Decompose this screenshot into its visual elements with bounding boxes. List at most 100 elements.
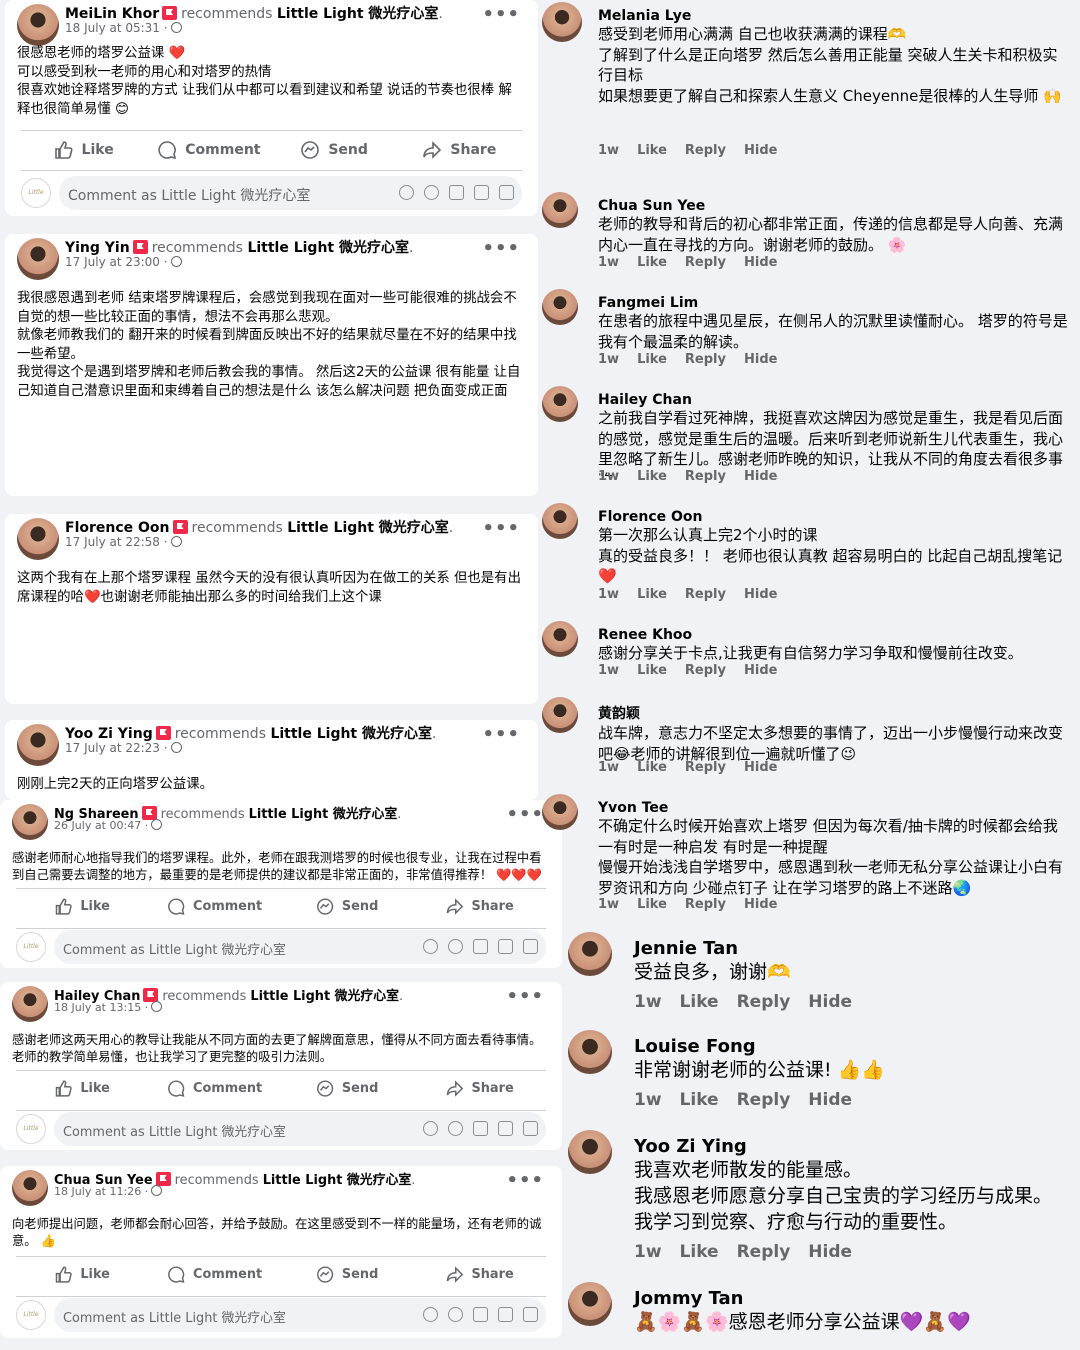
comment-hide-button[interactable]: Hide	[744, 255, 777, 270]
send-button[interactable]: Send	[281, 1072, 413, 1105]
camera-icon[interactable]	[473, 1307, 488, 1322]
comment-reply-button[interactable]: Reply	[737, 1242, 791, 1262]
author-avatar[interactable]	[12, 1170, 48, 1206]
page-name[interactable]: Little Light 微光疗心室	[263, 1173, 412, 1188]
comment-input[interactable]: Comment as Little Light 微光疗心室	[59, 176, 522, 210]
commenter-name[interactable]: Florence Oon	[598, 509, 1068, 525]
commenter-avatar[interactable]	[568, 932, 612, 976]
gif-icon[interactable]	[474, 185, 489, 200]
comment-hide-button[interactable]: Hide	[744, 143, 777, 158]
emoji-icon[interactable]	[424, 185, 439, 200]
author-avatar[interactable]	[17, 724, 59, 766]
comment-hide-button[interactable]: Hide	[744, 897, 777, 912]
comment-hide-button[interactable]: Hide	[808, 1242, 852, 1262]
camera-icon[interactable]	[473, 939, 488, 954]
commenter-avatar[interactable]	[568, 1282, 612, 1326]
comment-hide-button[interactable]: Hide	[744, 663, 777, 678]
send-button[interactable]: Send	[281, 1258, 413, 1291]
comment-time[interactable]: 1w	[598, 143, 619, 158]
sticker-icon[interactable]	[523, 1121, 538, 1136]
more-options-icon[interactable]: •••	[482, 4, 520, 25]
comment-input[interactable]: Comment as Little Light 微光疗心室	[54, 1298, 546, 1332]
comment-button[interactable]: Comment	[148, 890, 280, 923]
comment-reply-button[interactable]: Reply	[685, 469, 726, 484]
commenter-name[interactable]: Hailey Chan	[598, 392, 1068, 408]
sticker-icon[interactable]	[499, 185, 514, 200]
camera-icon[interactable]	[449, 185, 464, 200]
author-name[interactable]: Ying Yin	[65, 240, 130, 256]
comment-reply-button[interactable]: Reply	[685, 663, 726, 678]
author-avatar[interactable]	[17, 4, 59, 46]
comment-input[interactable]: Comment as Little Light 微光疗心室	[54, 1112, 546, 1146]
post-time[interactable]: 18 July at 05:31 ·	[65, 21, 182, 35]
author-avatar[interactable]	[17, 518, 59, 560]
commenter-avatar[interactable]	[542, 289, 578, 325]
emoji-icon[interactable]	[448, 939, 463, 954]
share-button[interactable]: Share	[413, 1072, 545, 1105]
page-avatar[interactable]: Little Light	[16, 1300, 46, 1330]
comment-like-button[interactable]: Like	[637, 897, 667, 912]
comment-time[interactable]: 1w	[598, 469, 619, 484]
commenter-name[interactable]: Jennie Tan	[634, 938, 804, 959]
emoji-icon[interactable]	[448, 1307, 463, 1322]
commenter-avatar[interactable]	[542, 697, 578, 733]
comment-hide-button[interactable]: Hide	[744, 352, 777, 367]
author-name[interactable]: MeiLin Khor	[65, 6, 159, 22]
post-time[interactable]: 18 July at 11:26 ·	[54, 1185, 163, 1198]
comment-hide-button[interactable]: Hide	[808, 992, 852, 1012]
send-button[interactable]: Send	[272, 132, 397, 168]
page-avatar[interactable]: Little Light	[16, 1114, 46, 1144]
gif-icon[interactable]	[498, 1121, 513, 1136]
commenter-avatar[interactable]	[542, 2, 582, 42]
commenter-name[interactable]: Yoo Zi Ying	[634, 1136, 1068, 1157]
comment-like-button[interactable]: Like	[637, 352, 667, 367]
like-button[interactable]: Like	[16, 1258, 148, 1291]
comment-time[interactable]: 1w	[634, 1242, 662, 1262]
page-avatar[interactable]: Little Light	[16, 932, 46, 962]
post-time[interactable]: 17 July at 23:00 ·	[65, 255, 182, 269]
comment-input[interactable]: Comment as Little Light 微光疗心室	[54, 930, 546, 964]
comment-button[interactable]: Comment	[148, 1258, 280, 1291]
comment-reply-button[interactable]: Reply	[685, 760, 726, 775]
sticker-icon[interactable]	[523, 1307, 538, 1322]
comment-like-button[interactable]: Like	[637, 587, 667, 602]
comment-time[interactable]: 1w	[598, 352, 619, 367]
comment-hide-button[interactable]: Hide	[744, 469, 777, 484]
page-name[interactable]: Little Light 微光疗心室	[250, 989, 399, 1004]
commenter-avatar[interactable]	[542, 794, 578, 830]
author-name[interactable]: Florence Oon	[65, 520, 170, 536]
comment-like-button[interactable]: Like	[637, 760, 667, 775]
author-avatar[interactable]	[12, 986, 48, 1022]
comment-time[interactable]: 1w	[634, 992, 662, 1012]
commenter-name[interactable]: Yvon Tee	[598, 800, 1068, 816]
page-name[interactable]: Little Light 微光疗心室	[249, 807, 398, 822]
author-name[interactable]: Yoo Zi Ying	[65, 726, 153, 742]
more-options-icon[interactable]: •••	[482, 518, 520, 539]
commenter-avatar[interactable]	[568, 1130, 612, 1174]
comment-reply-button[interactable]: Reply	[685, 255, 726, 270]
like-button[interactable]: Like	[16, 1072, 148, 1105]
more-options-icon[interactable]: •••	[506, 804, 544, 825]
author-avatar[interactable]	[17, 238, 59, 280]
comment-hide-button[interactable]: Hide	[744, 587, 777, 602]
comment-like-button[interactable]: Like	[637, 663, 667, 678]
commenter-avatar[interactable]	[542, 386, 578, 422]
avatar-sticker-icon[interactable]	[423, 1307, 438, 1322]
comment-reply-button[interactable]: Reply	[737, 992, 791, 1012]
more-options-icon[interactable]: •••	[482, 724, 520, 745]
post-time[interactable]: 26 July at 00:47 ·	[54, 819, 163, 832]
commenter-name[interactable]: Louise Fong	[634, 1036, 900, 1057]
comment-time[interactable]: 1w	[634, 1090, 662, 1110]
comment-like-button[interactable]: Like	[637, 143, 667, 158]
comment-hide-button[interactable]: Hide	[808, 1090, 852, 1110]
comment-like-button[interactable]: Like	[637, 469, 667, 484]
comment-button[interactable]: Comment	[148, 1072, 280, 1105]
comment-reply-button[interactable]: Reply	[685, 352, 726, 367]
commenter-avatar[interactable]	[542, 192, 578, 228]
gif-icon[interactable]	[498, 939, 513, 954]
sticker-icon[interactable]	[523, 939, 538, 954]
commenter-name[interactable]: Renee Khoo	[598, 627, 1034, 643]
post-time[interactable]: 18 July at 13:15 ·	[54, 1001, 163, 1014]
camera-icon[interactable]	[473, 1121, 488, 1136]
more-options-icon[interactable]: •••	[506, 1170, 544, 1191]
